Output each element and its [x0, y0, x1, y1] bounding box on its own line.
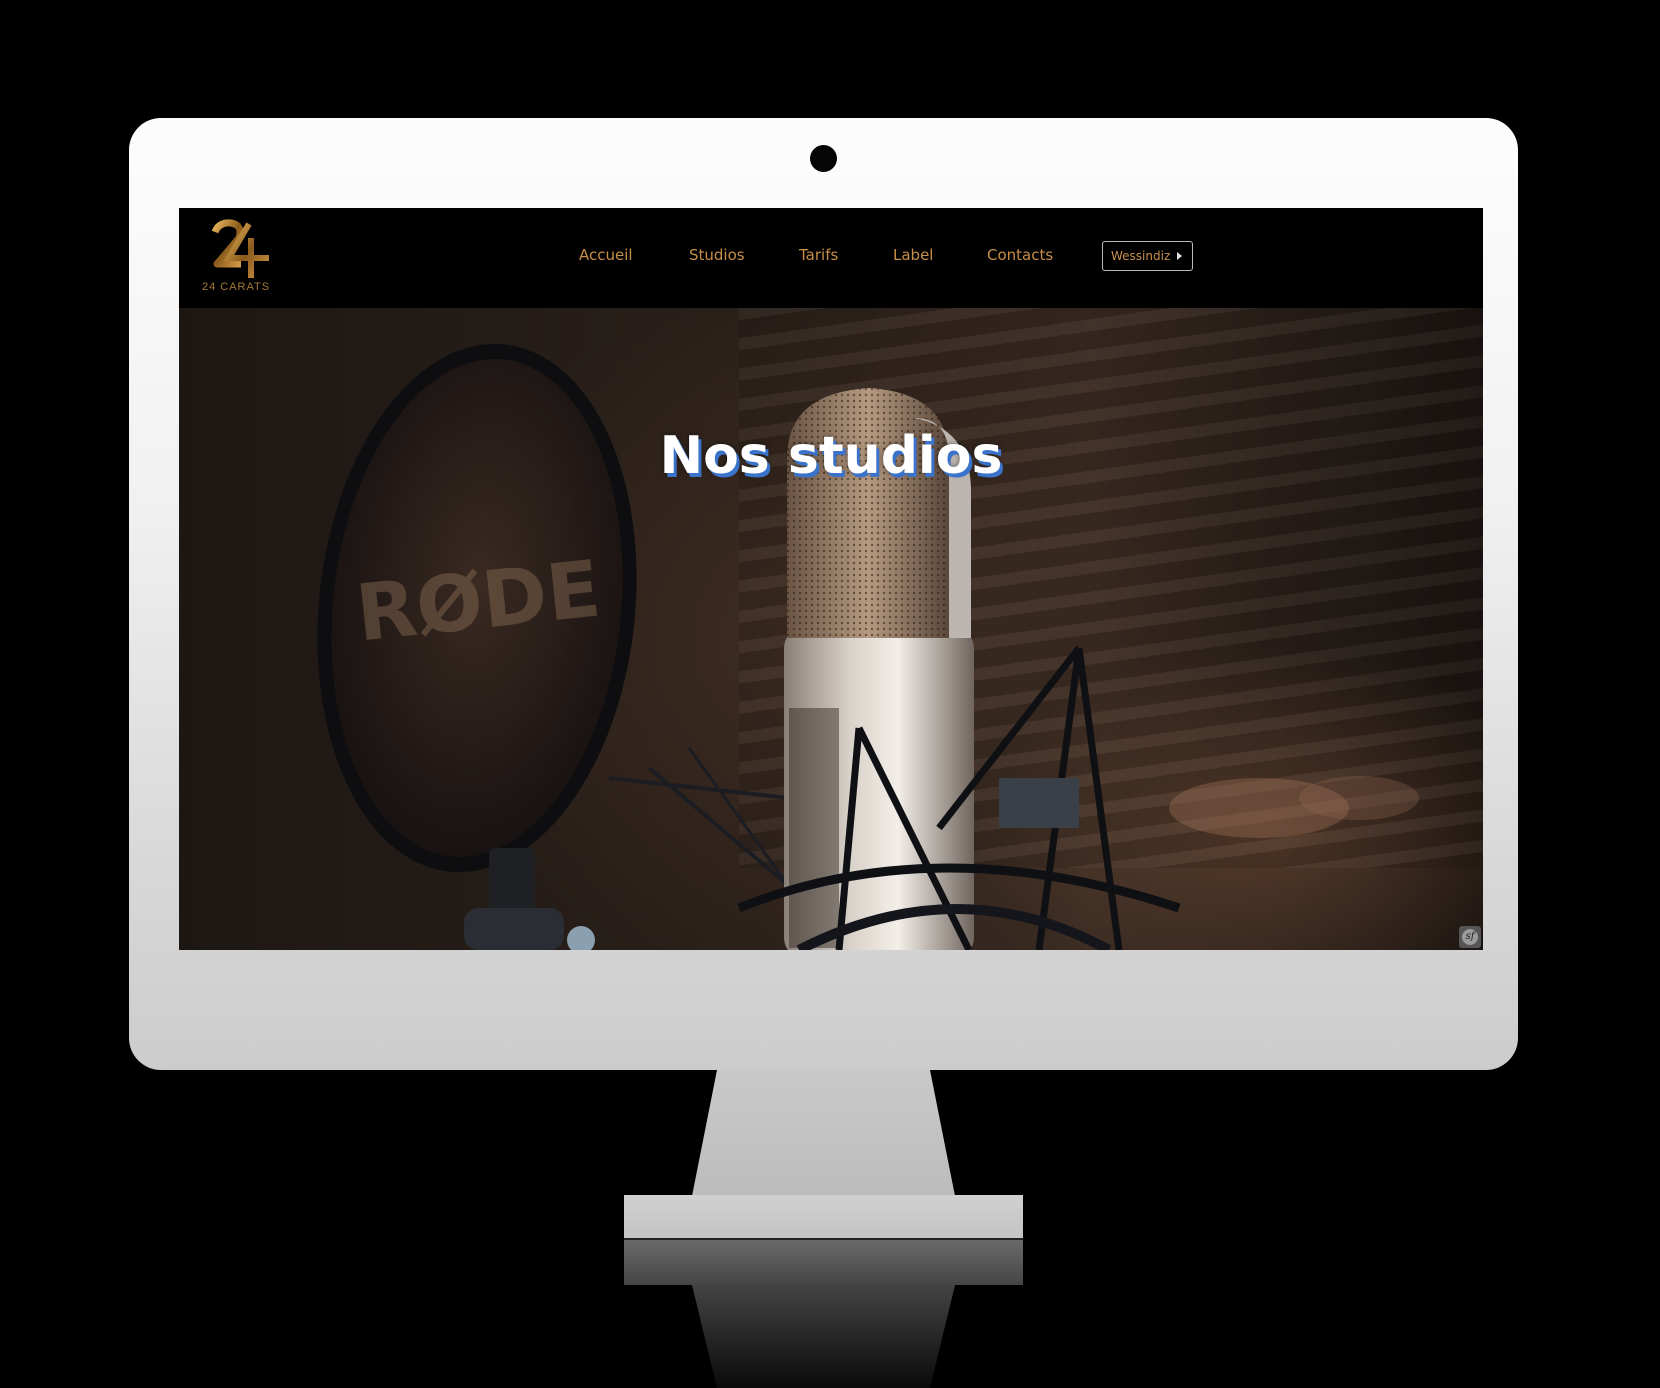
studio-microphone-image: RØDE [317, 343, 1419, 950]
hero-banner: RØDE Nos studios sf [179, 308, 1483, 950]
hero-title: Nos studios [659, 426, 1003, 486]
nav-item-accueil[interactable]: Accueil [579, 246, 633, 264]
monitor-stand-reflection [692, 1285, 955, 1388]
navbar: 24 CARATS Accueil Studios Tarifs Label C… [179, 208, 1483, 308]
monitor-base [624, 1195, 1023, 1240]
nav-item-tarifs[interactable]: Tarifs [799, 246, 838, 264]
symfony-icon[interactable]: sf [1459, 926, 1481, 948]
logo-text: 24 CARATS [201, 281, 271, 293]
monitor-base-reflection [624, 1240, 1023, 1285]
nav-item-label[interactable]: Label [893, 246, 933, 264]
monitor-stand [692, 1070, 955, 1196]
camera-icon [810, 145, 837, 172]
logo-mark-icon [211, 219, 269, 278]
nav-item-studios[interactable]: Studios [689, 246, 745, 264]
nav-item-contacts[interactable]: Contacts [987, 246, 1053, 264]
user-menu-label: Wessindiz [1111, 249, 1171, 263]
website-screen: 24 CARATS Accueil Studios Tarifs Label C… [179, 208, 1483, 950]
user-menu-button[interactable]: Wessindiz [1102, 241, 1194, 271]
caret-right-icon [1177, 252, 1183, 260]
symfony-logo: sf [1462, 929, 1478, 945]
brand-logo[interactable]: 24 CARATS [201, 218, 271, 298]
